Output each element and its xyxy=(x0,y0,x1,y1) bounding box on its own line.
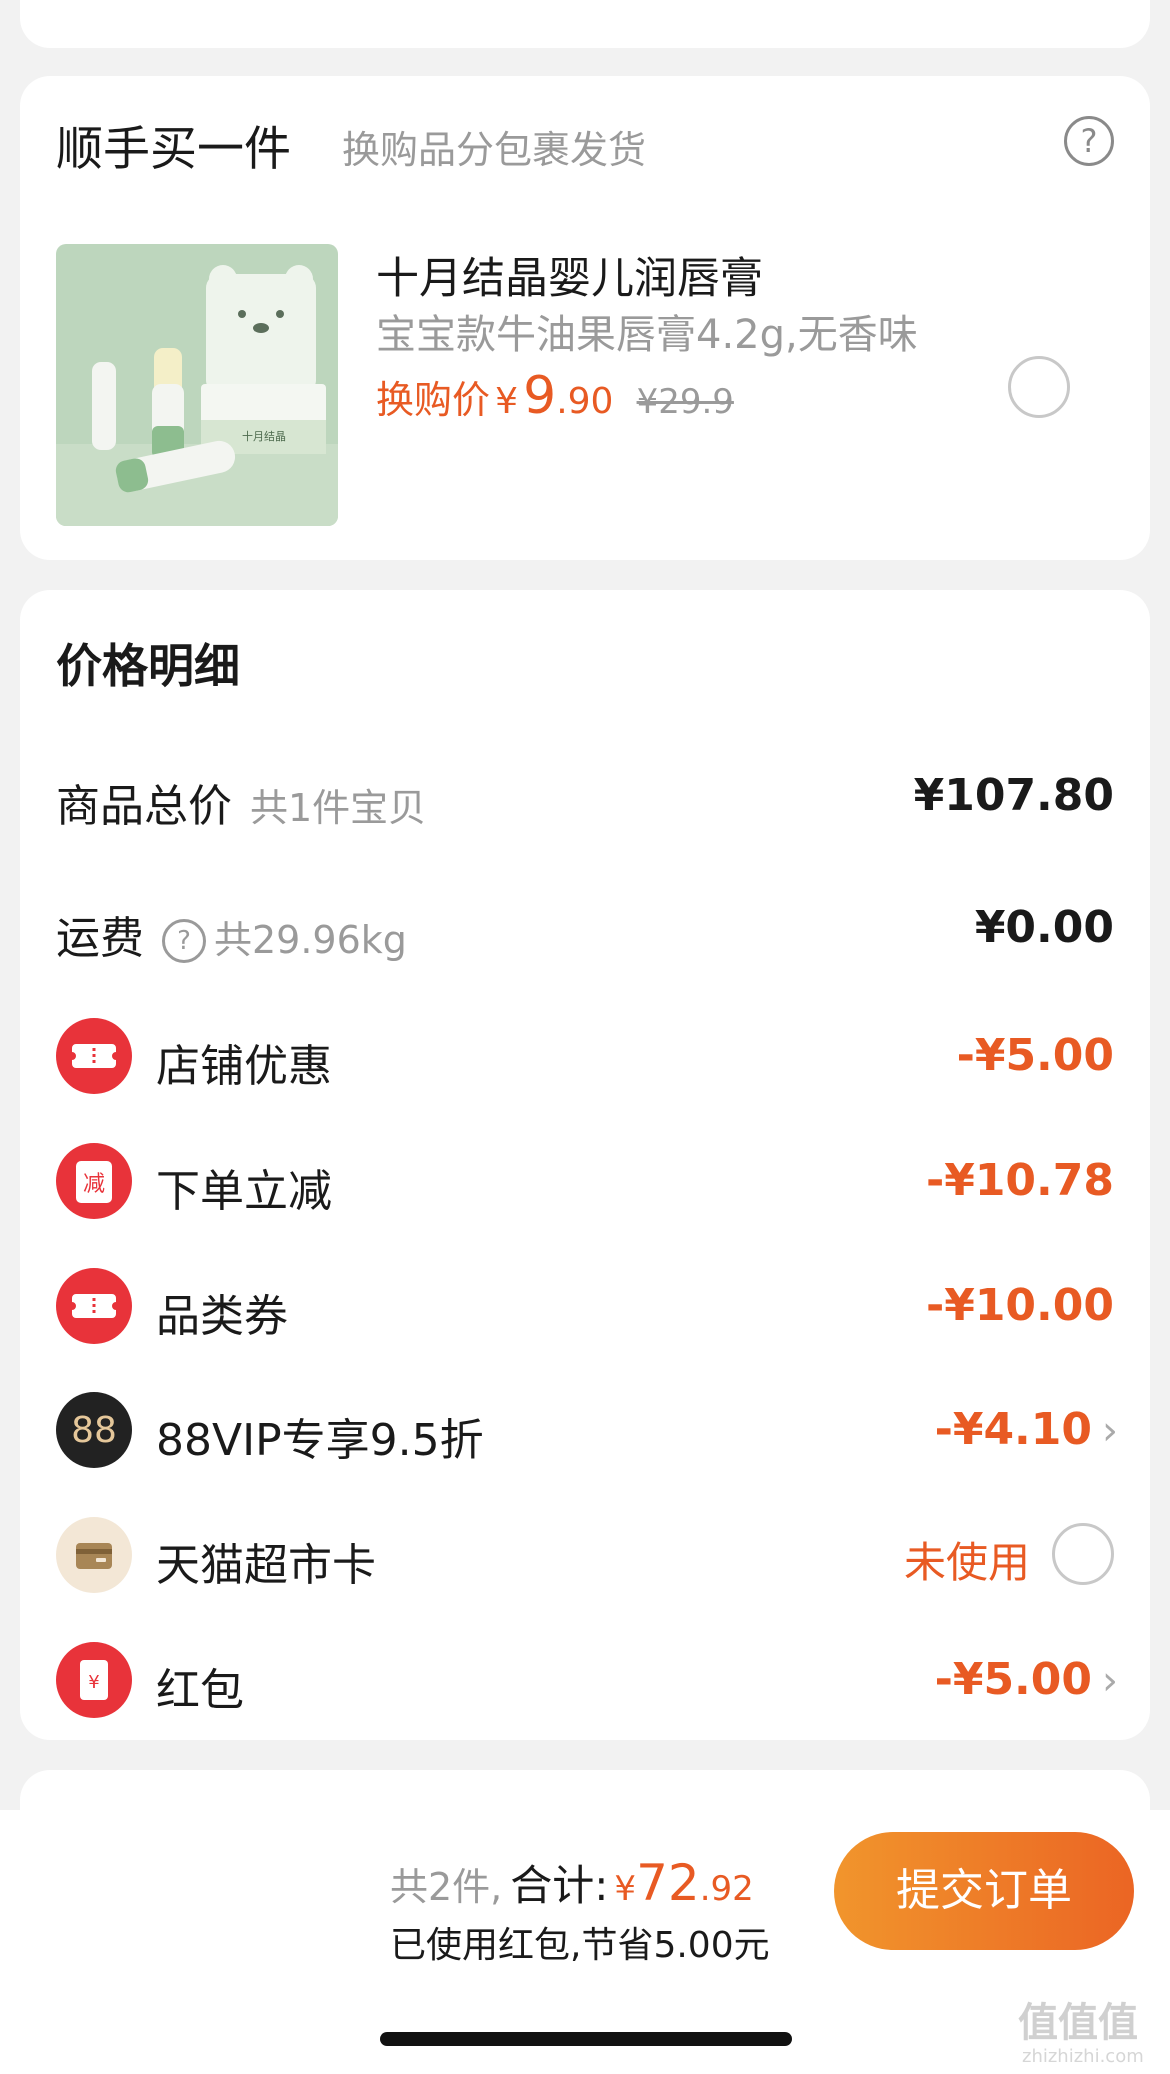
goods-count: 共1件宝贝 xyxy=(250,786,427,830)
product-price: 换购价 ¥ 9.90 ¥29.9 xyxy=(376,366,734,426)
row-instant-discount[interactable]: 减 下单立减 -¥10.78 xyxy=(56,1143,1114,1219)
row-red-packet[interactable]: ¥ 红包 -¥5.00 › xyxy=(56,1642,1118,1718)
total-decimal: .92 xyxy=(699,1869,754,1909)
goods-total-amount: ¥107.80 xyxy=(913,770,1114,821)
svg-text:¥: ¥ xyxy=(88,1672,99,1693)
addon-purchase-card: 顺手买一件 换购品分包裹发货 ? 十月结晶 十月结晶婴儿润唇膏 宝宝款牛油果唇膏… xyxy=(20,76,1150,560)
question-circle-icon[interactable]: ? xyxy=(1064,116,1114,166)
watermark-url: zhizhizhi.com xyxy=(1022,2046,1144,2067)
previous-section-card xyxy=(20,0,1150,48)
chevron-right-icon[interactable]: › xyxy=(1102,1658,1118,1704)
shop-discount-amount: -¥5.00 xyxy=(956,1030,1114,1081)
row-shop-discount[interactable]: 店铺优惠 -¥5.00 xyxy=(56,1018,1114,1094)
vip-discount-label: 88VIP专享9.5折 xyxy=(156,1415,484,1466)
vip-discount-amount: -¥4.10 xyxy=(934,1404,1092,1455)
price-decimal: .90 xyxy=(556,381,614,422)
product-name[interactable]: 十月结晶婴儿润唇膏 xyxy=(376,244,763,306)
discount-icon: 减 xyxy=(56,1143,132,1219)
goods-total-label: 商品总价 xyxy=(56,781,232,832)
ticket-icon xyxy=(56,1018,132,1094)
row-supermarket-card[interactable]: 天猫超市卡 未使用 xyxy=(56,1517,1114,1593)
shipping-weight: 共29.96kg xyxy=(214,918,407,962)
submit-order-button[interactable]: 提交订单 xyxy=(834,1832,1134,1950)
savings-note: 已使用红包,节省5.00元 xyxy=(390,1925,770,1966)
supermarket-card-radio[interactable] xyxy=(1052,1523,1114,1585)
instant-discount-amount: -¥10.78 xyxy=(925,1155,1114,1206)
home-indicator[interactable] xyxy=(380,2032,792,2046)
svg-text:88: 88 xyxy=(71,1410,117,1451)
price-detail-title: 价格明细 xyxy=(56,639,240,693)
supermarket-card-label: 天猫超市卡 xyxy=(156,1540,376,1591)
product-image[interactable]: 十月结晶 xyxy=(56,244,338,526)
watermark-logo: 值值值 xyxy=(1018,2000,1138,2046)
addon-title: 顺手买一件 xyxy=(56,122,291,177)
row-88vip[interactable]: 88 88VIP专享9.5折 -¥4.10 › xyxy=(56,1392,1118,1468)
addon-subtitle: 换购品分包裹发货 xyxy=(342,128,647,172)
instant-discount-label: 下单立减 xyxy=(156,1166,332,1217)
row-category-coupon[interactable]: 品类券 -¥10.00 xyxy=(56,1268,1114,1344)
svg-text:十月结晶: 十月结晶 xyxy=(242,429,286,443)
shipping-amount: ¥0.00 xyxy=(974,902,1114,953)
vip88-icon: 88 xyxy=(56,1392,132,1468)
shipping-label: 运费 xyxy=(56,913,144,964)
red-packet-label: 红包 xyxy=(156,1665,244,1716)
checkout-bar: 共2件, 合计: ¥72.92 已使用红包,节省5.00元 提交订单 值值值 zhi… xyxy=(0,1810,1170,2074)
product-spec: 宝宝款牛油果唇膏4.2g,无香味 xyxy=(376,312,918,358)
svg-text:减: 减 xyxy=(83,1172,105,1197)
ticket-icon xyxy=(56,1268,132,1344)
price-detail-card: 价格明细 商品总价 共1件宝贝 ¥107.80 运费? 共29.96kg ¥0.00… xyxy=(20,590,1150,1740)
original-price: ¥29.9 xyxy=(636,382,734,422)
category-coupon-label: 品类券 xyxy=(156,1291,288,1342)
category-coupon-amount: -¥10.00 xyxy=(925,1280,1114,1331)
question-circle-icon[interactable]: ? xyxy=(162,919,206,963)
shop-discount-label: 店铺优惠 xyxy=(156,1041,332,1092)
price-integer: 9 xyxy=(523,366,557,426)
item-count: 共2件, xyxy=(390,1865,503,1909)
supermarket-card-status: 未使用 xyxy=(903,1538,1030,1587)
row-goods-total: 商品总价 共1件宝贝 ¥107.80 xyxy=(56,758,1114,834)
order-total: 共2件, 合计: ¥72.92 xyxy=(390,1852,754,1913)
chevron-right-icon[interactable]: › xyxy=(1102,1408,1118,1454)
lip-balm-photo: 十月结晶 xyxy=(56,244,338,526)
card-icon xyxy=(56,1517,132,1593)
price-label: 换购价 xyxy=(376,378,491,422)
red-packet-amount: -¥5.00 xyxy=(934,1654,1092,1705)
total-integer: 72 xyxy=(636,1854,700,1912)
red-packet-icon: ¥ xyxy=(56,1642,132,1718)
row-shipping: 运费? 共29.96kg ¥0.00 xyxy=(56,890,1114,966)
price-currency: ¥ xyxy=(495,381,519,422)
total-currency: ¥ xyxy=(614,1869,637,1909)
addon-select-radio[interactable] xyxy=(1008,356,1070,418)
total-label: 合计: xyxy=(510,1861,609,1910)
